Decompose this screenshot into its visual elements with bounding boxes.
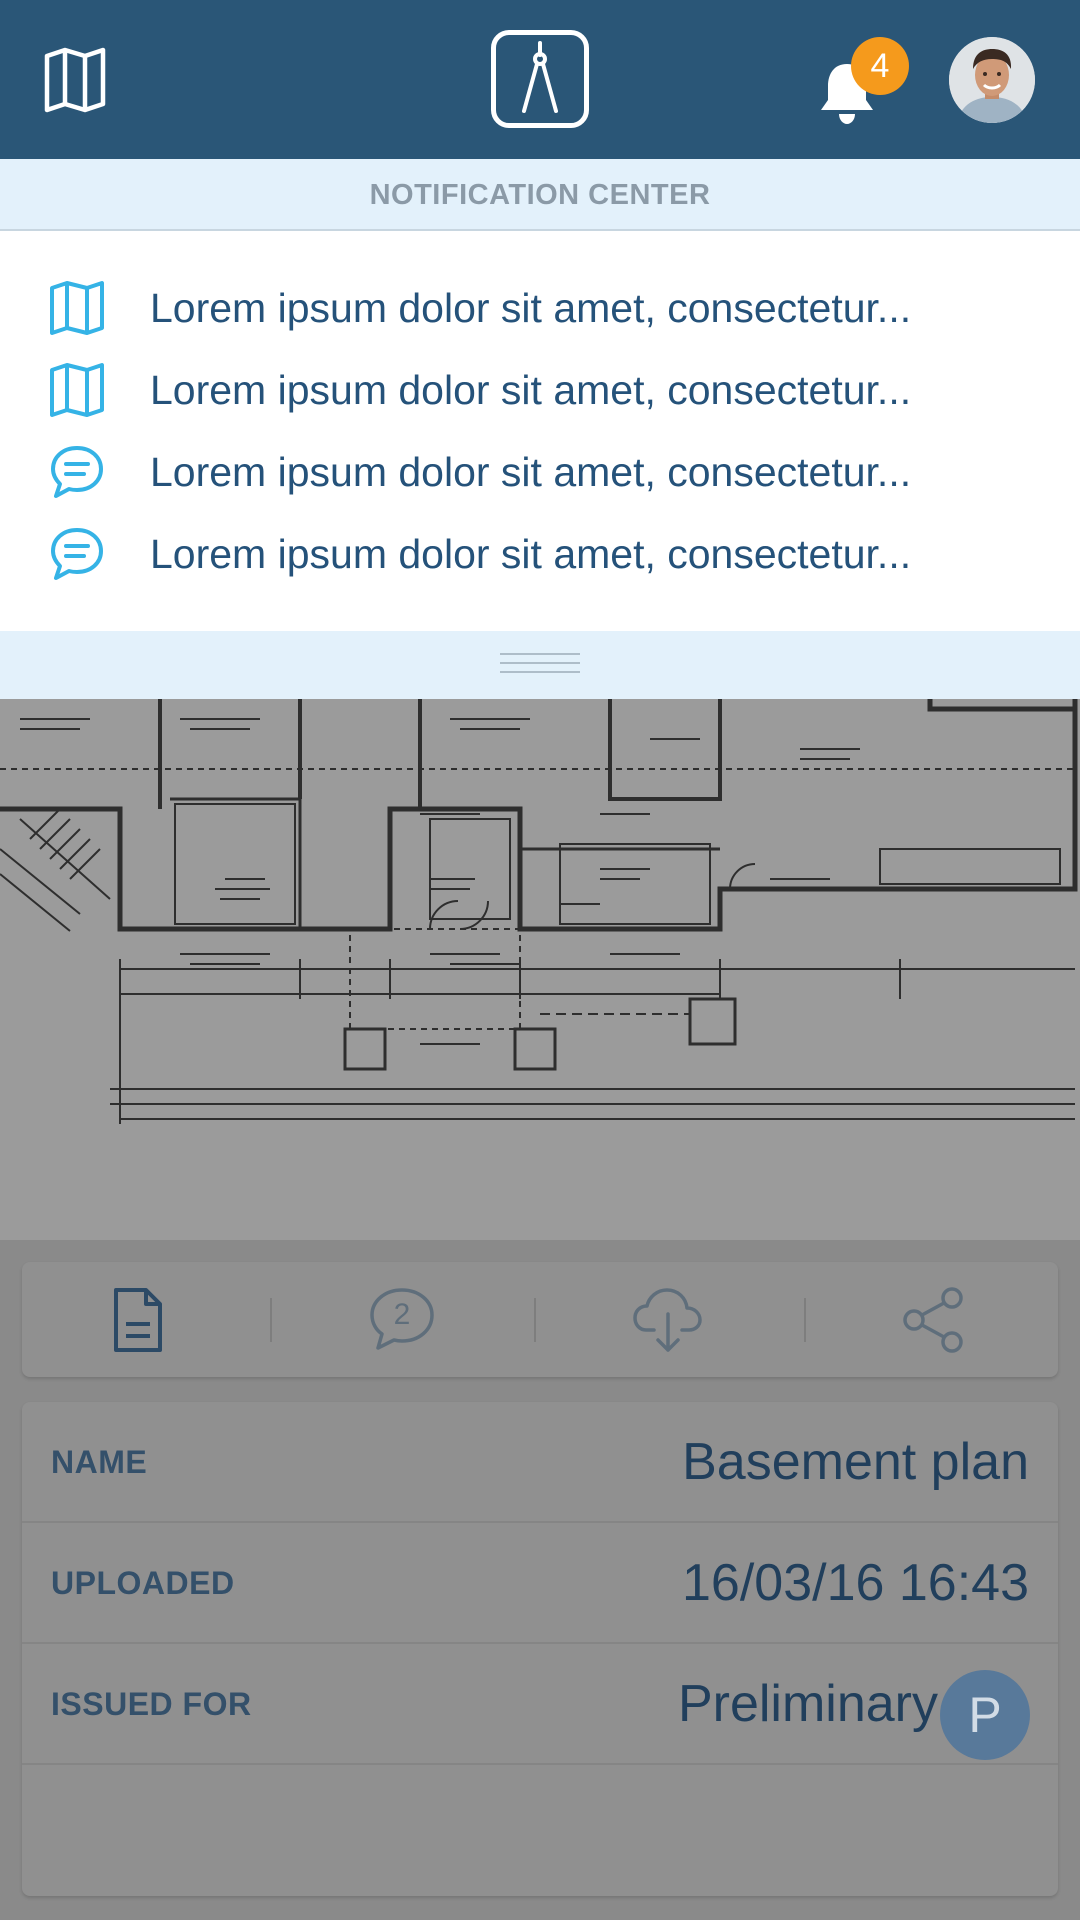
notification-count-badge: 4 <box>851 37 909 95</box>
plan-details-card: NAME Basement plan UPLOADED 16/03/16 16:… <box>22 1402 1058 1896</box>
notification-list: Lorem ipsum dolor sit amet, consectetur.… <box>0 231 1080 631</box>
notification-center-drag-handle[interactable] <box>0 631 1080 699</box>
name-label: NAME <box>51 1444 148 1480</box>
notification-item[interactable]: Lorem ipsum dolor sit amet, consectetur.… <box>0 513 1080 595</box>
notification-item[interactable]: Lorem ipsum dolor sit amet, consectetur.… <box>0 267 1080 349</box>
detail-row-name: NAME Basement plan <box>22 1402 1058 1523</box>
issued-for-badge: P <box>940 1670 1030 1760</box>
user-avatar[interactable] <box>949 37 1035 123</box>
chat-bubble-icon <box>51 446 103 498</box>
toolbar-divider <box>804 1298 806 1342</box>
map-icon <box>50 281 104 335</box>
uploaded-label: UPLOADED <box>51 1565 235 1601</box>
action-toolbar: 2 <box>22 1262 1058 1377</box>
comments-count: 2 <box>393 1298 411 1331</box>
app-header: 4 <box>0 0 1080 159</box>
notification-item[interactable]: Lorem ipsum dolor sit amet, consectetur.… <box>0 431 1080 513</box>
notification-center-title: NOTIFICATION CENTER <box>0 159 1080 231</box>
issued-for-label: ISSUED FOR <box>51 1686 252 1722</box>
notification-text: Lorem ipsum dolor sit amet, consectetur.… <box>150 285 912 331</box>
toolbar-divider <box>534 1298 536 1342</box>
compass-logo-button[interactable] <box>491 30 589 128</box>
drag-handle-icon <box>500 653 580 677</box>
map-icon[interactable] <box>44 46 106 114</box>
detail-row-issued-for[interactable]: ISSUED FOR Preliminary P <box>22 1644 1058 1765</box>
plan-details-area: 2 NAME Basement plan UPLOADED 16/03/16 1… <box>0 1240 1080 1920</box>
cloud-download-icon[interactable] <box>632 1284 704 1356</box>
comments-button[interactable]: 2 <box>366 1284 438 1356</box>
name-value: Basement plan <box>682 1433 1029 1491</box>
notification-item[interactable]: Lorem ipsum dolor sit amet, consectetur.… <box>0 349 1080 431</box>
notification-text: Lorem ipsum dolor sit amet, consectetur.… <box>150 449 912 495</box>
share-icon[interactable] <box>898 1284 970 1356</box>
notification-text: Lorem ipsum dolor sit amet, consectetur.… <box>150 367 912 413</box>
chat-bubble-icon <box>51 528 103 580</box>
notification-text: Lorem ipsum dolor sit amet, consectetur.… <box>150 531 912 577</box>
detail-row-uploaded: UPLOADED 16/03/16 16:43 <box>22 1523 1058 1644</box>
compass-drafting-icon <box>522 41 558 113</box>
toolbar-divider <box>270 1298 272 1342</box>
document-icon[interactable] <box>102 1284 174 1356</box>
issued-for-value: Preliminary <box>677 1675 938 1733</box>
blueprint-preview[interactable] <box>0 699 1080 1240</box>
map-icon <box>50 363 104 417</box>
uploaded-value: 16/03/16 16:43 <box>682 1554 1029 1612</box>
